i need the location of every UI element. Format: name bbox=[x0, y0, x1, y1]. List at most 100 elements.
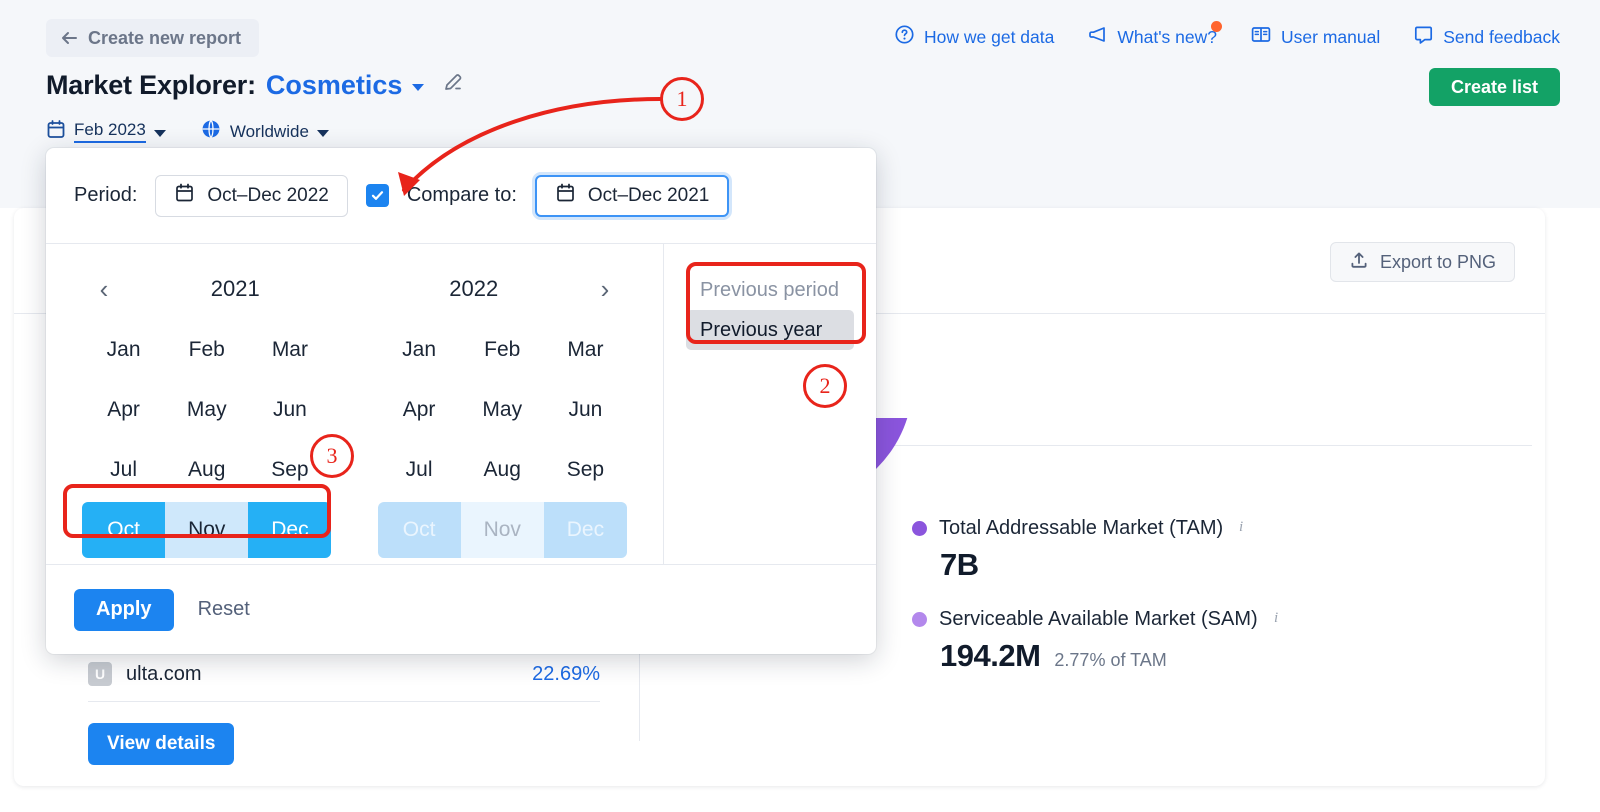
arrow-left-icon bbox=[60, 29, 78, 47]
nav-send-feedback[interactable]: Send feedback bbox=[1413, 24, 1560, 50]
page-title-value[interactable]: Cosmetics bbox=[266, 70, 403, 101]
period-field[interactable]: Oct–Dec 2022 bbox=[155, 174, 348, 217]
sam-entry: Serviceable Available Market (SAM) i 194… bbox=[912, 607, 1286, 674]
year-label-left: 2021 bbox=[210, 276, 260, 301]
period-value: Oct–Dec 2022 bbox=[207, 184, 329, 206]
preset-list: Previous period Previous year bbox=[664, 244, 876, 564]
nav-user-manual[interactable]: User manual bbox=[1250, 24, 1380, 50]
card-toolbar: Export to PNG bbox=[1329, 242, 1515, 282]
calendar-grids: Jan Feb Mar Apr May Jun Jul Aug Sep Oct Nov Dec Jan… bbox=[46, 310, 663, 558]
globe-icon bbox=[200, 118, 222, 145]
filter-bar: Feb 2023 Worldwide bbox=[46, 118, 329, 145]
sam-label-row: Serviceable Available Market (SAM) i bbox=[912, 607, 1286, 631]
calendar-icon bbox=[46, 119, 66, 144]
compare-checkbox[interactable] bbox=[365, 184, 389, 207]
page-title-prefix: Market Explorer: bbox=[46, 70, 256, 100]
date-range-selector[interactable]: Feb 2023 bbox=[46, 119, 166, 144]
screenshot-root: Create new report Market Explorer: Cosme… bbox=[0, 0, 1600, 812]
year-label-right: 2022 bbox=[449, 276, 499, 301]
chevron-down-icon[interactable] bbox=[316, 129, 329, 137]
sam-color-dot bbox=[912, 611, 927, 627]
tam-sam-legend: Total Addressable Market (TAM) i 7B Serv… bbox=[912, 516, 1286, 674]
create-list-button[interactable]: Create list bbox=[1428, 68, 1560, 106]
date-range-label: Feb 2023 bbox=[74, 120, 146, 143]
nav-label: Send feedback bbox=[1443, 26, 1560, 47]
geo-label: Worldwide bbox=[229, 121, 309, 141]
period-label: Period: bbox=[74, 184, 138, 206]
preset-previous-period[interactable]: Previous period bbox=[686, 270, 854, 310]
month-cell-jul[interactable]: Jul bbox=[82, 442, 165, 498]
sam-sub: 2.77% of TAM bbox=[1054, 650, 1167, 670]
compare-period-value: Oct–Dec 2021 bbox=[587, 184, 710, 206]
export-icon bbox=[1349, 250, 1369, 275]
month-cell-may[interactable]: May bbox=[165, 382, 248, 438]
nav-whats-new[interactable]: What's new? bbox=[1087, 21, 1223, 50]
create-new-report-button[interactable]: Create new report bbox=[46, 19, 260, 57]
calendar-area: ‹ 2021 2022 › Jan Feb Mar Apr May Jun Jul Aug Se… bbox=[46, 244, 664, 564]
view-details-button[interactable]: View details bbox=[88, 723, 235, 765]
month-cell-oct: Oct bbox=[377, 502, 461, 558]
month-cell-dec[interactable]: Dec bbox=[248, 502, 332, 558]
month-cell-mar[interactable]: Mar bbox=[248, 322, 331, 378]
preset-label: Previous year bbox=[700, 318, 823, 341]
table-row[interactable]: U ulta.com 22.69% bbox=[88, 646, 600, 702]
create-list-label: Create list bbox=[1450, 76, 1538, 97]
month-cell-nov[interactable]: Nov bbox=[165, 502, 249, 558]
nav-label: How we get data bbox=[924, 26, 1055, 47]
month-cell-aug[interactable]: Aug bbox=[165, 442, 248, 498]
sam-label: Serviceable Available Market (SAM) bbox=[939, 607, 1258, 630]
apply-button[interactable]: Apply bbox=[74, 588, 174, 631]
geo-selector[interactable]: Worldwide bbox=[200, 118, 329, 145]
preset-previous-year[interactable]: Previous year bbox=[686, 310, 854, 350]
reset-button[interactable]: Reset bbox=[198, 598, 250, 621]
favicon: U bbox=[88, 662, 112, 686]
month-cell-may: May bbox=[482, 398, 523, 421]
calendar-icon bbox=[174, 182, 195, 209]
sam-value-row: 194.2M 2.77% of TAM bbox=[940, 638, 1286, 674]
pencil-icon[interactable] bbox=[442, 72, 464, 99]
nav-how-we-get-data[interactable]: How we get data bbox=[894, 24, 1054, 50]
message-icon bbox=[1413, 24, 1434, 50]
tam-color-dot bbox=[912, 520, 927, 536]
prev-year-button[interactable]: ‹ bbox=[92, 276, 116, 302]
month-cell-jun[interactable]: Jun bbox=[248, 382, 331, 438]
month-cell-apr: Apr bbox=[402, 398, 436, 421]
next-year-button[interactable]: › bbox=[593, 276, 617, 302]
month-cell-apr[interactable]: Apr bbox=[82, 382, 165, 438]
site-domain[interactable]: ulta.com bbox=[126, 663, 202, 686]
svg-text:i: i bbox=[1239, 519, 1243, 534]
month-cell-oct[interactable]: Oct bbox=[82, 502, 166, 558]
popover-body: ‹ 2021 2022 › Jan Feb Mar Apr May Jun Jul Aug Se… bbox=[46, 244, 876, 564]
popover-header: Period: Oct–Dec 2022 Compare to: Oct–Dec… bbox=[46, 148, 876, 244]
header-nav: How we get data What's new? User manual bbox=[894, 21, 1560, 50]
sam-value: 194.2M bbox=[940, 638, 1041, 673]
month-cell-dec: Dec bbox=[543, 502, 627, 558]
month-cell-feb[interactable]: Feb bbox=[165, 322, 248, 378]
compare-label: Compare to: bbox=[406, 184, 517, 206]
reset-label: Reset bbox=[197, 598, 250, 620]
month-cell-feb: Feb bbox=[484, 338, 521, 361]
chevron-down-icon[interactable] bbox=[153, 129, 166, 137]
export-label: Export to PNG bbox=[1379, 251, 1496, 272]
month-cell-jan[interactable]: Jan bbox=[82, 322, 165, 378]
info-icon[interactable]: i bbox=[1235, 516, 1251, 540]
export-to-png-button[interactable]: Export to PNG bbox=[1329, 242, 1515, 282]
view-details-label: View details bbox=[107, 733, 216, 754]
page-title: Market Explorer: Cosmetics bbox=[46, 70, 464, 101]
month-cell-nov: Nov bbox=[460, 502, 544, 558]
svg-text:i: i bbox=[1274, 610, 1278, 625]
chevron-down-icon[interactable] bbox=[412, 84, 425, 91]
megaphone-icon bbox=[1087, 24, 1108, 50]
info-icon[interactable]: i bbox=[1270, 607, 1286, 631]
book-icon bbox=[1250, 24, 1272, 50]
month-cell-jan: Jan bbox=[402, 338, 436, 361]
nav-label: What's new? bbox=[1117, 26, 1218, 47]
month-cell-sep[interactable]: Sep bbox=[248, 442, 331, 498]
tam-label-row: Total Addressable Market (TAM) i bbox=[912, 516, 1286, 540]
create-new-report-label: Create new report bbox=[88, 27, 242, 48]
month-cell-jun: Jun bbox=[568, 398, 603, 421]
compare-period-field[interactable]: Oct–Dec 2021 bbox=[534, 174, 730, 217]
popover-footer: Apply Reset bbox=[46, 564, 876, 654]
question-circle-icon bbox=[894, 24, 915, 50]
month-cell-jul: Jul bbox=[405, 458, 433, 481]
